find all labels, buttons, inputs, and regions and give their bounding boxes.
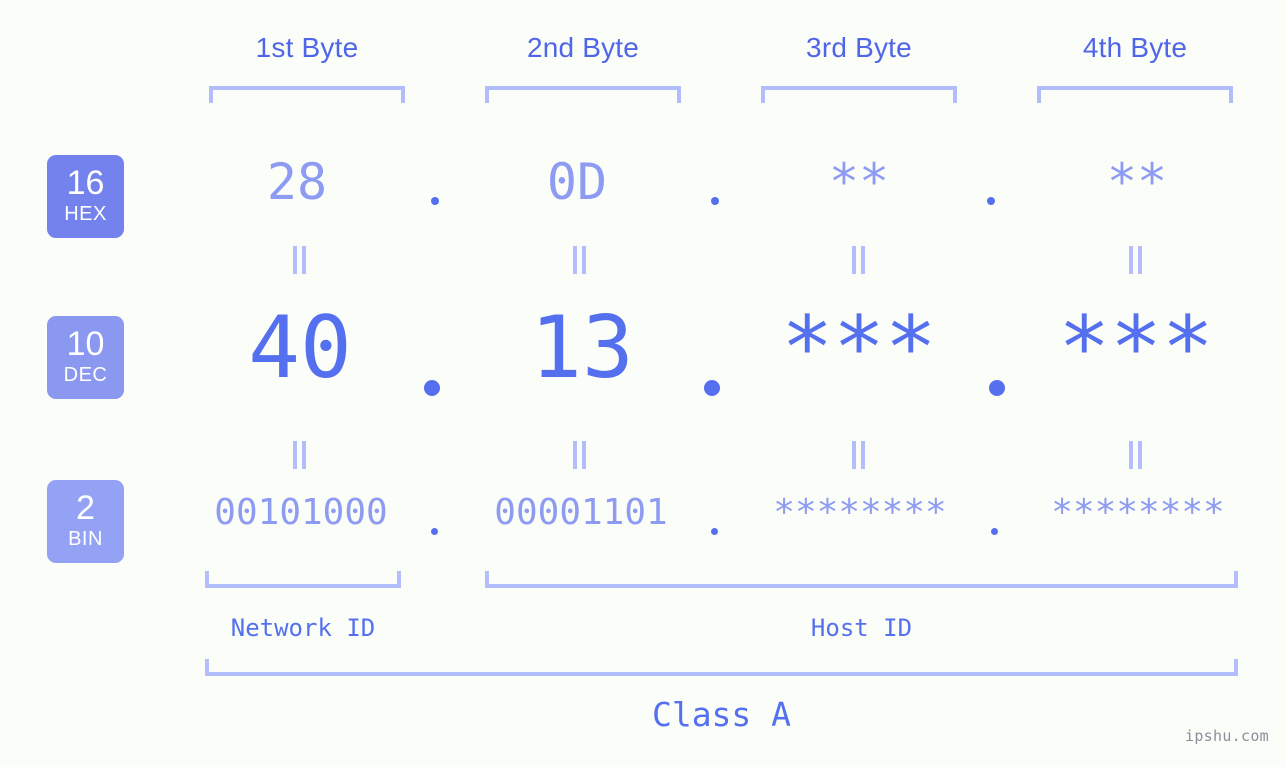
bin-octet-1: 00101000: [214, 492, 388, 533]
bin-octet-3: ********: [773, 492, 947, 533]
hex-separator-1: [431, 197, 439, 205]
class-label: Class A: [651, 695, 792, 734]
base-badge-name: HEX: [64, 202, 107, 225]
dec-octet-4: ***: [1058, 298, 1214, 398]
network-id-label: Network ID: [230, 614, 376, 642]
network-id-bracket-top: [205, 571, 401, 588]
site-watermark: ipshu.com: [1185, 727, 1269, 745]
bin-octet-4: ********: [1051, 492, 1225, 533]
hex-octet-1: 28: [266, 153, 328, 211]
dec-separator-2: [704, 380, 720, 396]
equals-marker-dec-bin-2: [573, 441, 587, 469]
hex-octet-4: **: [1106, 153, 1168, 211]
base-badge-bin[interactable]: 2 BIN: [47, 480, 124, 563]
byte-bracket-1: [209, 86, 405, 103]
base-badge-number: 10: [66, 325, 105, 364]
host-id-bracket-top: [485, 571, 1238, 588]
hex-octet-3: **: [828, 153, 890, 211]
base-badge-dec[interactable]: 10 DEC: [47, 316, 124, 399]
equals-marker-dec-bin-4: [1129, 441, 1143, 469]
dec-octet-1: 40: [248, 298, 352, 398]
byte-bracket-4: [1037, 86, 1233, 103]
equals-marker-hex-dec-3: [852, 246, 866, 274]
base-badge-name: DEC: [63, 363, 108, 386]
equals-marker-hex-dec-2: [573, 246, 587, 274]
dec-separator-1: [424, 380, 440, 396]
base-badge-number: 16: [66, 164, 105, 203]
hex-separator-2: [711, 197, 719, 205]
byte-header-2: 2nd Byte: [485, 32, 681, 64]
host-id-label: Host ID: [810, 614, 913, 642]
byte-header-label: 2nd Byte: [526, 32, 640, 63]
equals-marker-hex-dec-4: [1129, 246, 1143, 274]
ip-address-breakdown-diagram: 1st Byte 2nd Byte 3rd Byte 4th Byte 16 H…: [0, 0, 1285, 767]
base-badge-number: 2: [76, 489, 95, 528]
byte-header-label: 4th Byte: [1082, 32, 1188, 63]
equals-marker-hex-dec-1: [293, 246, 307, 274]
equals-marker-dec-bin-1: [293, 441, 307, 469]
bin-separator-3: [991, 528, 998, 535]
byte-header-1: 1st Byte: [209, 32, 405, 64]
byte-header-4: 4th Byte: [1037, 32, 1233, 64]
bin-separator-1: [431, 528, 438, 535]
byte-bracket-3: [761, 86, 957, 103]
dec-octet-3: ***: [781, 298, 937, 398]
byte-header-label: 3rd Byte: [806, 32, 912, 63]
base-badge-hex[interactable]: 16 HEX: [47, 155, 124, 238]
dec-separator-3: [989, 380, 1005, 396]
hex-separator-3: [987, 197, 995, 205]
class-bracket: [205, 659, 1238, 676]
dec-octet-2: 13: [530, 298, 634, 398]
byte-bracket-2: [485, 86, 681, 103]
hex-octet-2: 0D: [546, 153, 608, 211]
byte-header-label: 1st Byte: [255, 32, 359, 63]
base-badge-name: BIN: [68, 527, 103, 550]
bin-octet-2: 00001101: [494, 492, 668, 533]
byte-header-3: 3rd Byte: [761, 32, 957, 64]
equals-marker-dec-bin-3: [852, 441, 866, 469]
bin-separator-2: [711, 528, 718, 535]
